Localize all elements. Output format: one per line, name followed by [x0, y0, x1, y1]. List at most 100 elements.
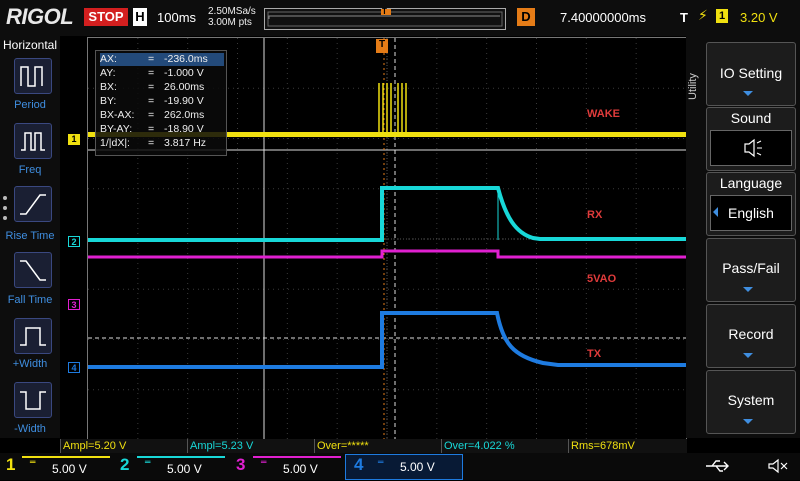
pass-fail-button[interactable]: Pass/Fail: [706, 238, 796, 302]
fall-time-button[interactable]: [14, 252, 52, 288]
speaker-icon: [710, 130, 792, 166]
run-stop-status[interactable]: STOP: [84, 8, 128, 26]
delay-label: D: [517, 8, 535, 26]
period-button[interactable]: [14, 58, 52, 94]
acquisition-info: 2.50MSa/s 3.00M pts: [208, 6, 256, 28]
chevron-down-icon: [743, 287, 753, 292]
sound-label: Sound: [730, 110, 772, 126]
measurement-item[interactable]: Rms=678mV: [568, 439, 688, 453]
frequency-label: Freq: [18, 164, 42, 176]
timebase-value[interactable]: 100ms: [157, 10, 196, 25]
chevron-down-icon: [743, 419, 753, 424]
period-label: Period: [14, 99, 46, 111]
period-measure-icon: [20, 66, 43, 87]
cursor-row-by-ay: BY-AY: = -18.90 V: [100, 123, 224, 136]
record-button[interactable]: Record: [706, 304, 796, 368]
speaker-muted-icon: [764, 456, 794, 476]
cursor-label: BX-AX:: [100, 109, 135, 121]
fall-time-icon: [20, 260, 46, 281]
cursor-equals: =: [148, 81, 155, 93]
wake-label: WAKE: [587, 108, 620, 120]
language-label: Language: [719, 175, 783, 191]
cursor-row-by: BY: = -19.90 V: [100, 95, 224, 108]
channel-3-marker[interactable]: 3: [68, 299, 80, 310]
language-button[interactable]: Language English: [706, 172, 796, 236]
cursor-value: -19.90 V: [164, 95, 204, 107]
5vao-label: 5VAO: [587, 273, 617, 285]
cursor-readout-table: AX: = -236.0ms AY: = -1.000 V BX: = 26.0…: [95, 50, 227, 156]
scroll-dot: [3, 216, 7, 220]
cursor-value: 3.817 Hz: [164, 137, 207, 149]
channel-3-number[interactable]: 3: [236, 455, 245, 475]
cursor-value: 262.0ms: [164, 109, 205, 121]
chevron-down-icon: [743, 353, 753, 358]
channel-1-number[interactable]: 1: [6, 455, 15, 475]
dc-coupling-icon: ═: [378, 458, 384, 468]
memory-overview-strip: T: [264, 7, 506, 30]
cursor-equals: =: [148, 67, 155, 79]
brand-logo: RIGOL: [6, 4, 74, 29]
memory-depth: 3.00M pts: [208, 17, 252, 28]
cursor-value: -1.000 V: [164, 67, 204, 79]
cursor-equals: =: [148, 137, 155, 149]
rise-time-label: Rise Time: [5, 230, 55, 242]
scroll-dot: [3, 206, 7, 210]
trigger-level[interactable]: 3.20 V: [740, 10, 778, 25]
chevron-down-icon: [743, 91, 753, 96]
channel-4-marker[interactable]: 4: [68, 362, 80, 373]
cursor-label: BY:: [100, 95, 117, 107]
positive-width-button[interactable]: [14, 318, 52, 354]
delay-value[interactable]: 7.40000000ms: [560, 10, 646, 25]
pass-fail-label: Pass/Fail: [722, 260, 780, 276]
frequency-button[interactable]: [14, 123, 52, 159]
dc-coupling-icon: ═: [261, 458, 267, 468]
cursor-row-inv-dx: 1/|dX|: = 3.817 Hz: [100, 137, 224, 150]
negative-width-button[interactable]: [14, 382, 52, 418]
cursor-label: AY:: [100, 67, 116, 79]
measurement-item[interactable]: Over=*****: [314, 439, 442, 453]
measurement-item[interactable]: Ampl=5.20 V: [60, 439, 188, 453]
fall-time-label: Fall Time: [7, 294, 53, 306]
io-setting-label: IO Setting: [719, 65, 783, 81]
trigger-label: T: [680, 10, 688, 25]
horizontal-measure-menu: Horizontal Period Freq Rise Time Fall Ti…: [0, 36, 60, 438]
rising-edge-icon: ⚡: [698, 8, 708, 24]
cursor-row-bx-ax: BX-AX: = 262.0ms: [100, 109, 224, 122]
cursor-equals: =: [148, 109, 155, 121]
cursor-label: BY-AY:: [100, 123, 133, 135]
rx-label: RX: [587, 209, 603, 221]
cursor-row-bx: BX: = 26.00ms: [100, 81, 224, 94]
record-label: Record: [728, 326, 774, 342]
cursor-equals: =: [148, 95, 155, 107]
language-value-box[interactable]: English: [710, 195, 792, 231]
system-button[interactable]: System: [706, 370, 796, 434]
io-setting-button[interactable]: IO Setting: [706, 42, 796, 106]
measurement-bar: Ampl=5.20 V Ampl=5.23 V Over=***** Over=…: [60, 439, 687, 453]
cursor-row-ax: AX: = -236.0ms: [100, 53, 224, 66]
channel-2-marker[interactable]: 2: [68, 236, 80, 247]
measurement-item[interactable]: Ampl=5.23 V: [187, 439, 315, 453]
channel-2-number[interactable]: 2: [120, 455, 129, 475]
trigger-time-marker[interactable]: T: [376, 39, 388, 53]
menu-header: Horizontal: [2, 38, 58, 52]
cursor-row-ay: AY: = -1.000 V: [100, 67, 224, 80]
sample-rate: 2.50MSa/s: [208, 6, 256, 17]
measurement-item[interactable]: Over=4.022 %: [441, 439, 569, 453]
channel-1-marker[interactable]: 1: [68, 134, 80, 145]
language-value: English: [728, 205, 774, 221]
cursor-label: AX:: [100, 53, 117, 65]
trigger-source: 1: [716, 9, 728, 23]
scroll-dot: [3, 196, 7, 200]
rise-time-icon: [20, 194, 46, 215]
rise-time-button[interactable]: [14, 186, 52, 222]
cursor-equals: =: [148, 123, 155, 135]
sound-button[interactable]: Sound: [706, 107, 796, 171]
cursor-value: -236.0ms: [164, 53, 208, 65]
negative-width-label: -Width: [14, 423, 46, 435]
channel-4-number[interactable]: 4: [354, 455, 363, 475]
cursor-value: -18.90 V: [164, 123, 204, 135]
timebase-label: H: [133, 8, 147, 26]
system-label: System: [727, 392, 775, 408]
cursor-equals: =: [148, 53, 155, 65]
positive-width-label: +Width: [12, 358, 48, 370]
